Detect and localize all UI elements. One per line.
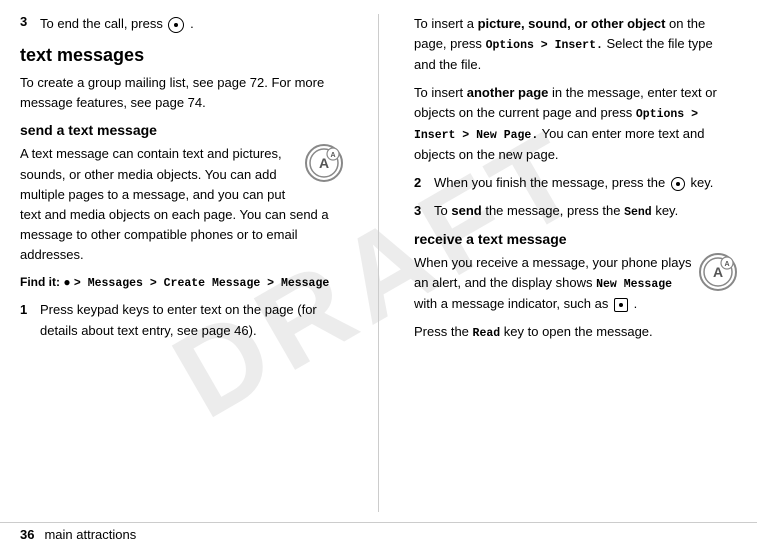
end-call-icon	[168, 17, 184, 33]
left-step-1-num: 1	[20, 300, 32, 320]
step3-num: 3	[20, 14, 34, 29]
feature-icon-svg: A A	[308, 147, 340, 179]
left-step-1-text: Press keypad keys to enter text on the p…	[40, 300, 343, 340]
right-step-3-text: To send the message, press the Send key.	[434, 201, 678, 222]
receive-body-area: A A When you receive a message, your pho…	[414, 253, 737, 314]
find-it-path: > Messages > Create Message > Message	[74, 277, 329, 290]
right-step-3: 3 To send the message, press the Send ke…	[414, 201, 737, 222]
right-step-3-num: 3	[414, 201, 426, 221]
step3-end-call: 3 To end the call, press .	[20, 14, 343, 34]
receive-heading: receive a text message	[414, 230, 737, 248]
read-key-para: Press the Read key to open the message.	[414, 322, 737, 343]
send-text-message-heading: send a text message	[20, 121, 343, 139]
right-column: To insert a picture, sound, or other obj…	[414, 14, 737, 512]
left-steps-list: 1 Press keypad keys to enter text on the…	[20, 300, 343, 340]
content-area: 3 To end the call, press . text messages…	[0, 0, 757, 522]
footer: 36 main attractions	[0, 522, 757, 548]
page-container: DRAFT 3 To end the call, press . text me…	[0, 0, 757, 548]
insert-picture-bold: picture, sound, or other object	[478, 16, 666, 31]
step3-text: To end the call, press .	[40, 14, 194, 34]
right-step-2-num: 2	[414, 173, 426, 193]
receive-body-text: When you receive a message, your phone p…	[414, 253, 737, 314]
find-it: Find it: ● > Messages > Create Message >…	[20, 273, 343, 292]
svg-text:A: A	[724, 261, 729, 268]
send-icon-badge: A A	[305, 144, 343, 182]
insert-picture-para: To insert a picture, sound, or other obj…	[414, 14, 737, 75]
intro-text: To create a group mailing list, see page…	[20, 73, 343, 113]
text-messages-heading: text messages	[20, 44, 343, 67]
finish-key-icon	[671, 177, 685, 191]
another-page-para: To insert another page in the message, e…	[414, 83, 737, 165]
page-number: 36	[20, 527, 34, 542]
send-body-text: A text message can contain text and pict…	[20, 144, 343, 265]
message-indicator-icon	[614, 298, 628, 312]
feature-icon-circle: A A	[305, 144, 343, 182]
receive-icon-badge: A A	[699, 253, 737, 291]
right-steps-list: 2 When you finish the message, press the…	[414, 173, 737, 222]
send-text-body-area: A A A text message can contain text and …	[20, 144, 343, 265]
footer-label: main attractions	[44, 527, 136, 542]
receive-icon-svg: A A	[702, 256, 734, 288]
column-divider	[378, 14, 379, 512]
send-menu-key: Send	[624, 206, 652, 219]
left-column: 3 To end the call, press . text messages…	[20, 14, 343, 512]
insert-options-menu: Options > Insert.	[486, 39, 603, 52]
left-step-1: 1 Press keypad keys to enter text on the…	[20, 300, 343, 340]
find-it-icon: ●	[63, 275, 74, 289]
receive-icon-circle: A A	[699, 253, 737, 291]
svg-text:A: A	[330, 152, 335, 159]
right-step-2-text: When you finish the message, press the k…	[434, 173, 713, 193]
find-it-label: Find it:	[20, 275, 60, 289]
right-step-2: 2 When you finish the message, press the…	[414, 173, 737, 193]
